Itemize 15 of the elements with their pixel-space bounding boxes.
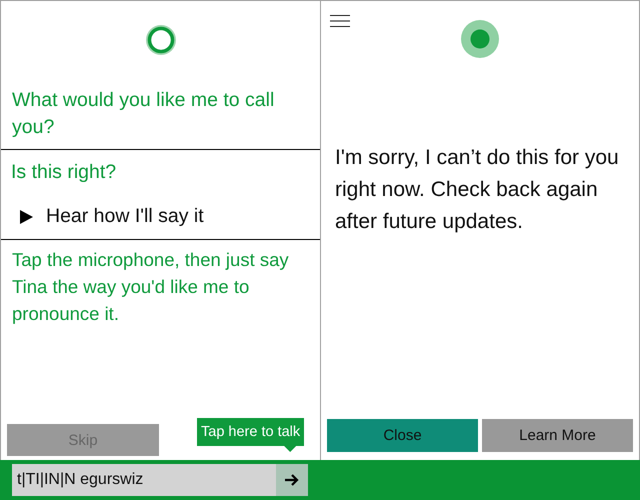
play-link[interactable]: Hear how I'll say it bbox=[20, 205, 204, 228]
ring-icon bbox=[144, 23, 178, 57]
tooltip: Tap here to talk bbox=[197, 418, 304, 452]
confirm-heading: Is this right? bbox=[11, 160, 118, 184]
menu-icon[interactable] bbox=[330, 15, 350, 27]
action-button[interactable]: Learn More bbox=[482, 419, 633, 452]
instruction-text: Tap the microphone, then just say Tina the way you'd like me to pronounce it. bbox=[11, 248, 290, 326]
play-icon bbox=[20, 210, 33, 224]
arrow-icon bbox=[285, 474, 299, 486]
submit-button[interactable] bbox=[276, 464, 308, 496]
action-button[interactable]: Close bbox=[327, 419, 478, 452]
listening-dot-icon bbox=[461, 20, 499, 58]
message-text: I'm sorry, I can’t do this for you right now. Check back again after future updates. bbox=[334, 145, 620, 235]
input-field[interactable]: t|TI|IN|N egurswiz bbox=[12, 464, 276, 496]
question-text: What would you like me to call you? bbox=[1, 79, 320, 150]
